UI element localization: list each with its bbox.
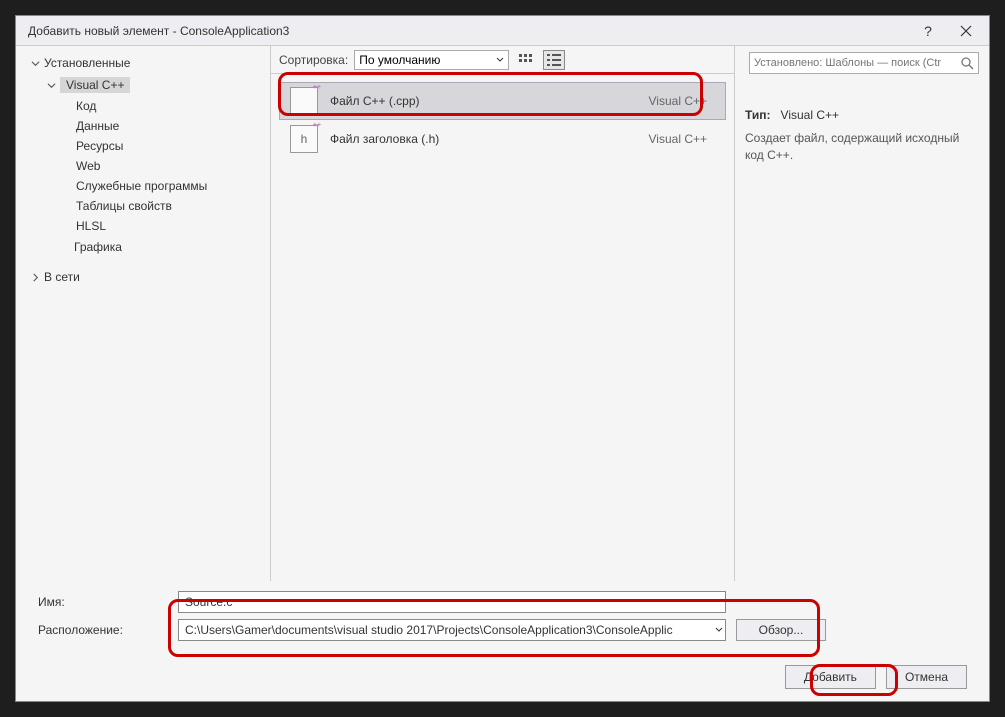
tree-leaf-props[interactable]: Таблицы свойств (32, 196, 270, 216)
cancel-button[interactable]: Отмена (886, 665, 967, 689)
template-name: Файл заголовка (.h) (330, 132, 637, 146)
tree-graphics[interactable]: Графика (32, 236, 270, 258)
dialog-window: Добавить новый элемент - ConsoleApplicat… (15, 15, 990, 702)
template-list: ++ Файл C++ (.cpp) Visual C++ ++ h Файл … (271, 74, 734, 581)
search-box[interactable] (749, 52, 979, 74)
template-header[interactable]: ++ h Файл заголовка (.h) Visual C++ (279, 120, 726, 158)
sort-label: Сортировка: (279, 53, 348, 67)
titlebar-controls: ? (909, 18, 985, 44)
tree-vcpp[interactable]: Visual C++ (32, 74, 270, 96)
tree-leaf-hlsl[interactable]: HLSL (32, 216, 270, 236)
view-list-button[interactable] (543, 50, 565, 70)
chevron-down-icon (715, 626, 723, 634)
cpp-file-icon: ++ (290, 87, 318, 115)
tree-installed-children: Visual C++ Код Данные Ресурсы Web Служеб… (16, 74, 270, 258)
button-bar: Добавить Отмена (16, 661, 989, 701)
template-cpp[interactable]: ++ Файл C++ (.cpp) Visual C++ (279, 82, 726, 120)
type-row: Тип: Visual C++ (745, 108, 979, 122)
list-toolbar: Сортировка: По умолчанию (271, 46, 734, 74)
template-name: Файл C++ (.cpp) (330, 94, 637, 108)
details-panel: Тип: Visual C++ Создает файл, содержащий… (734, 46, 989, 581)
search-input[interactable] (754, 57, 956, 69)
name-input[interactable] (178, 591, 726, 613)
template-category: Visual C++ (649, 94, 707, 108)
h-file-icon: ++ h (290, 125, 318, 153)
name-row: Имя: (38, 591, 967, 613)
caret-down-icon (46, 80, 56, 90)
tree-leaf-code[interactable]: Код (32, 96, 270, 116)
titlebar: Добавить новый элемент - ConsoleApplicat… (16, 16, 989, 46)
caret-down-icon (30, 58, 40, 68)
help-button[interactable]: ? (909, 18, 947, 44)
template-category: Visual C++ (649, 132, 707, 146)
browse-button[interactable]: Обзор... (736, 619, 826, 641)
search-icon (960, 56, 974, 70)
tree-leaf-resources[interactable]: Ресурсы (32, 136, 270, 156)
location-row: Расположение: C:\Users\Gamer\documents\v… (38, 619, 967, 641)
center-column: Сортировка: По умолчанию ++ (271, 46, 734, 581)
chevron-down-icon (496, 56, 504, 64)
sort-dropdown[interactable]: По умолчанию (354, 50, 509, 70)
tree-leaf-web[interactable]: Web (32, 156, 270, 176)
tree-leaf-data[interactable]: Данные (32, 116, 270, 136)
name-label: Имя: (38, 595, 168, 609)
window-title: Добавить новый элемент - ConsoleApplicat… (28, 24, 289, 38)
tree-leaf-util[interactable]: Служебные программы (32, 176, 270, 196)
location-combo[interactable]: C:\Users\Gamer\documents\visual studio 2… (178, 619, 726, 641)
view-grid-button[interactable] (515, 50, 537, 70)
form-area: Имя: Расположение: C:\Users\Gamer\docume… (16, 581, 989, 661)
tree-vcpp-children: Код Данные Ресурсы Web Служебные програм… (32, 96, 270, 236)
upper-area: Установленные Visual C++ Код Данные Ресу… (16, 46, 989, 581)
close-button[interactable] (947, 18, 985, 44)
tree-online[interactable]: В сети (16, 266, 270, 288)
location-label: Расположение: (38, 623, 168, 637)
category-tree: Установленные Visual C++ Код Данные Ресу… (16, 46, 271, 581)
tree-installed[interactable]: Установленные (16, 52, 270, 74)
caret-right-icon (30, 272, 40, 282)
description: Создает файл, содержащий исходный код C+… (745, 130, 979, 164)
add-button[interactable]: Добавить (785, 665, 876, 689)
dialog-content: Установленные Visual C++ Код Данные Ресу… (16, 46, 989, 701)
